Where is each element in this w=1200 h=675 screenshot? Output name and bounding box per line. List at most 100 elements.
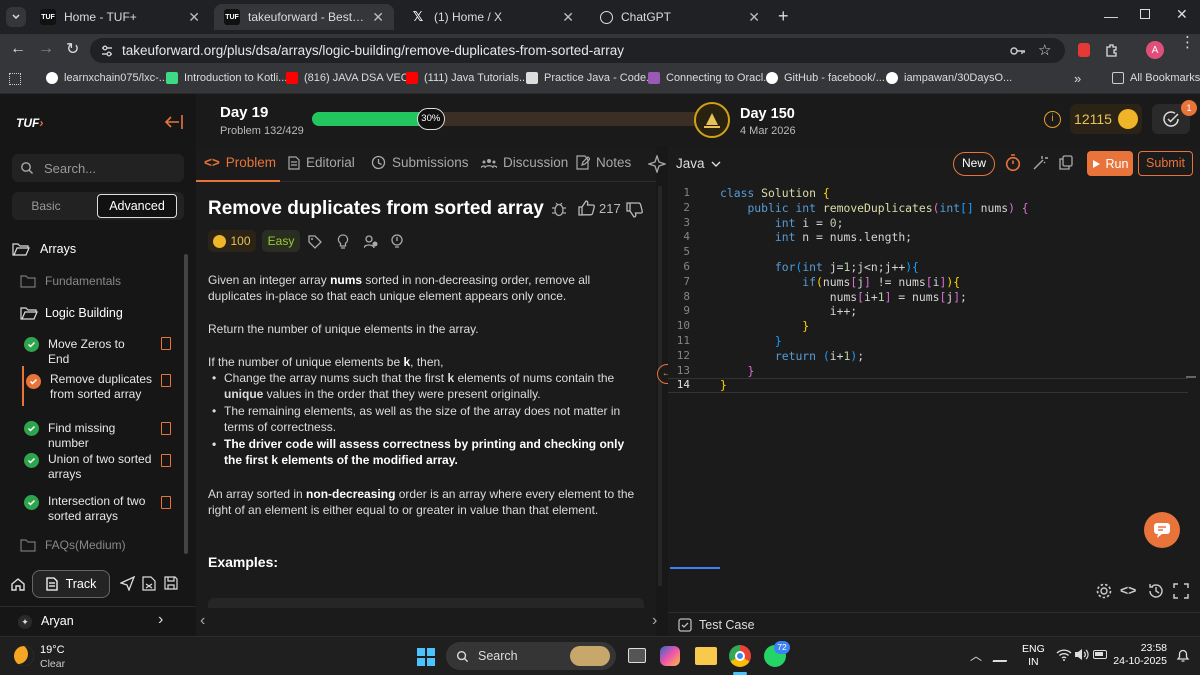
browser-tab-tuf-home[interactable]: TUF Home - TUF+ ✕ <box>30 4 210 30</box>
sidebar-item-union[interactable]: Union of two sorted arrays <box>0 450 184 484</box>
extension-red-icon[interactable] <box>1078 43 1090 57</box>
user-row[interactable]: ✦ Aryan › <box>0 606 196 636</box>
home-icon[interactable] <box>10 576 26 592</box>
new-tab-button[interactable]: + <box>778 6 789 27</box>
close-tab-icon[interactable]: ✕ <box>188 9 200 26</box>
bug-report-icon[interactable] <box>551 200 567 218</box>
bookmark-item[interactable]: learnxchain075/lxc-... <box>46 72 168 84</box>
collapse-sidebar-icon[interactable] <box>164 114 184 130</box>
window-restore-button[interactable] <box>1140 9 1150 19</box>
file-explorer-icon[interactable] <box>695 647 717 665</box>
close-tab-icon[interactable]: ✕ <box>372 9 384 26</box>
pane-scroll-right-icon[interactable]: › <box>652 612 657 630</box>
sidebar-scrollbar[interactable] <box>184 254 188 554</box>
sidebar-item-intersection[interactable]: Intersection of two sorted arrays <box>0 492 184 526</box>
bookmark-icon[interactable] <box>161 496 171 509</box>
site-info-icon[interactable] <box>100 44 114 58</box>
clock[interactable]: 23:58 24-10-2025 <box>1112 642 1167 668</box>
close-tab-icon[interactable]: ✕ <box>562 9 574 26</box>
tab-discussion[interactable]: Discussion <box>481 155 568 170</box>
hint-bulb-icon[interactable] <box>390 234 404 250</box>
wifi-icon[interactable] <box>1056 648 1072 661</box>
browser-menu-icon[interactable]: ⋮ <box>1180 35 1195 50</box>
tab-notes[interactable]: Notes <box>576 155 631 170</box>
bookmark-item[interactable]: GitHub - facebook/... <box>766 72 885 84</box>
tray-network-off-icon[interactable] <box>992 648 1012 662</box>
url-bar[interactable]: takeuforward.org/plus/dsa/arrays/logic-b… <box>90 38 1065 63</box>
browser-tab-x-home[interactable]: 𝕏 (1) Home / X ✕ <box>400 4 584 30</box>
track-button[interactable]: Track <box>32 570 110 598</box>
browser-tab-chatgpt[interactable]: ChatGPT ✕ <box>590 4 770 30</box>
history-icon[interactable] <box>1147 582 1165 600</box>
info-icon[interactable]: i <box>1044 111 1061 128</box>
run-button[interactable]: Run <box>1087 151 1133 176</box>
reload-button[interactable]: ↻ <box>66 39 79 59</box>
pane-scroll-left-icon[interactable]: ‹ <box>200 612 205 630</box>
new-button[interactable]: New <box>953 152 995 176</box>
chat-support-button[interactable] <box>1144 512 1180 548</box>
editor-horizontal-scrollbar[interactable] <box>670 567 720 569</box>
group-faqs-medium[interactable]: FAQs(Medium) <box>20 538 126 552</box>
bookmark-icon[interactable] <box>161 422 171 435</box>
search-input[interactable]: Search... <box>12 154 184 182</box>
bookmark-item[interactable]: (111) Java Tutorials... <box>406 72 528 84</box>
thumbs-down-icon[interactable] <box>626 202 643 218</box>
taskbar-search-box[interactable]: Search <box>446 642 616 670</box>
section-arrays[interactable]: Arrays <box>12 242 76 256</box>
hint-bulb-icon[interactable] <box>337 234 349 250</box>
tab-search-button[interactable] <box>6 7 26 27</box>
bookmark-icon[interactable] <box>161 374 171 387</box>
weather-widget[interactable]: 19°C Clear <box>14 642 104 672</box>
test-case-bar[interactable]: Test Case <box>668 612 1200 636</box>
bookmark-icon[interactable] <box>161 337 171 350</box>
mode-advanced-button[interactable]: Advanced <box>97 194 177 218</box>
sidebar-item-find-missing-number[interactable]: Find missing number <box>0 418 184 450</box>
tab-problem[interactable]: <> Problem <box>204 155 276 170</box>
tray-chevron-up-icon[interactable]: ︿ <box>970 647 982 664</box>
input-language[interactable]: ENG IN <box>1022 643 1045 669</box>
magic-wand-icon[interactable] <box>1032 155 1048 171</box>
bookmark-icon[interactable] <box>161 454 171 467</box>
settings-gear-icon[interactable] <box>1095 582 1113 600</box>
bookmark-star-icon[interactable]: ☆ <box>1038 41 1051 59</box>
browser-tab-takeuforward[interactable]: TUF takeuforward - Best Coding Tut ✕ <box>214 4 394 30</box>
company-tags-icon[interactable] <box>364 234 378 249</box>
chrome-icon[interactable] <box>729 645 751 667</box>
timer-icon[interactable] <box>1005 154 1021 172</box>
like-button[interactable]: 217 <box>578 200 621 216</box>
send-icon[interactable] <box>120 576 135 591</box>
sheet-icon[interactable] <box>142 576 156 591</box>
code-area[interactable]: 1 2 3 4 5 6 7 8 9 10 11 12 13 14 class Solution { pub… <box>668 186 1200 566</box>
password-key-icon[interactable] <box>1010 44 1026 58</box>
tag-icon[interactable] <box>308 235 322 249</box>
tab-editorial[interactable]: Editorial <box>288 155 355 170</box>
battery-icon[interactable] <box>1093 650 1107 659</box>
submit-button[interactable]: Submit <box>1138 151 1193 176</box>
notification-badge[interactable]: 1 <box>1181 100 1197 116</box>
bookmark-item[interactable]: iampawan/30DaysO... <box>886 72 1012 84</box>
more-bookmarks-icon[interactable]: » <box>1074 71 1081 86</box>
close-tab-icon[interactable]: ✕ <box>748 9 760 26</box>
extensions-puzzle-icon[interactable] <box>1104 42 1120 58</box>
all-bookmarks-folder[interactable]: All Bookmarks <box>1112 72 1200 84</box>
profile-avatar[interactable]: A <box>1146 41 1164 59</box>
window-close-button[interactable]: ✕ <box>1176 6 1188 23</box>
coins-badge[interactable]: 12115 <box>1070 104 1142 134</box>
problem-scrollbar[interactable] <box>658 186 662 586</box>
mode-basic-button[interactable]: Basic <box>12 199 80 213</box>
bookmark-item[interactable]: (816) JAVA DSA VEC... <box>286 72 418 84</box>
copilot-icon[interactable] <box>660 646 680 666</box>
bookmark-item[interactable]: Introduction to Kotli... <box>166 72 287 84</box>
save-icon[interactable] <box>164 576 178 590</box>
tab-submissions[interactable]: Submissions <box>371 155 469 170</box>
bookmark-item[interactable]: Connecting to Oracl... <box>648 72 772 84</box>
group-logic-building[interactable]: Logic Building <box>20 306 123 320</box>
sidebar-item-remove-duplicates[interactable]: Remove duplicates from sorted array <box>0 366 184 406</box>
bookmark-item[interactable]: Practice Java - Code... <box>526 72 655 84</box>
forward-button[interactable]: → <box>38 40 54 58</box>
window-minimize-button[interactable]: — <box>1104 8 1118 24</box>
group-fundamentals[interactable]: Fundamentals <box>20 274 121 288</box>
apps-grid-icon[interactable] <box>9 73 21 85</box>
windows-start-icon[interactable] <box>417 648 435 666</box>
fullscreen-icon[interactable] <box>1173 583 1189 599</box>
